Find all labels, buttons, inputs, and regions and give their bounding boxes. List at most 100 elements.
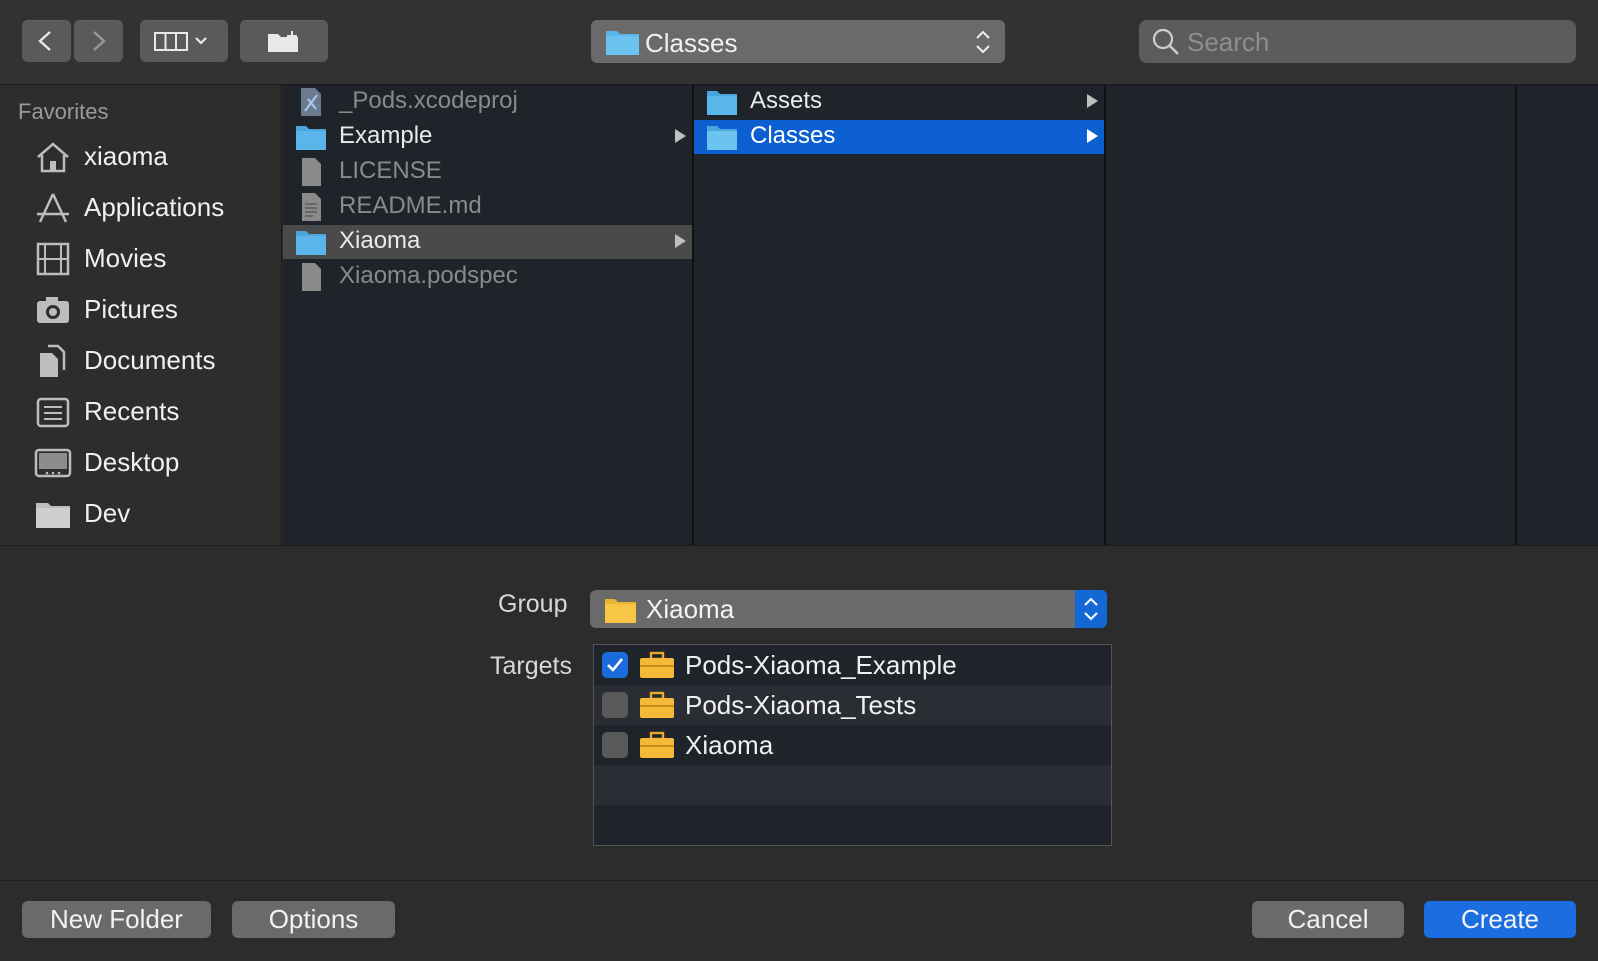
location-popup[interactable]: Classes [591, 20, 1005, 63]
sidebar-item-label: Desktop [84, 447, 180, 477]
sidebar-item-label: Pictures [84, 294, 178, 324]
file-name: README.md [339, 192, 482, 219]
file-name: LICENSE [339, 157, 442, 184]
sidebar-item-label: Documents [84, 345, 216, 375]
sidebar-item-dev[interactable]: Dev [0, 492, 281, 536]
chevron-right-icon [93, 31, 106, 51]
new-folder-icon [268, 31, 298, 52]
view-mode-button[interactable] [140, 20, 228, 62]
cancel-button[interactable]: Cancel [1252, 901, 1404, 938]
toolbox-icon [640, 651, 674, 678]
documents-icon [40, 344, 66, 377]
search-input[interactable] [1185, 24, 1569, 60]
target-row[interactable]: Xiaoma [594, 725, 1111, 765]
folder-row[interactable]: Example [283, 120, 692, 154]
new-folder-button[interactable]: New Folder [22, 901, 211, 938]
xcodeproj-icon [301, 88, 321, 116]
search-icon [1152, 28, 1179, 55]
toolbox-icon [640, 691, 674, 718]
target-row[interactable]: Pods-Xiaoma_Tests [594, 685, 1111, 725]
sidebar-item-label: Dev [84, 498, 131, 528]
sidebar-item-label: Applications [84, 192, 225, 222]
updown-chevron-icon [976, 30, 990, 54]
location-label: Classes [645, 28, 738, 58]
file-name: Assets [750, 87, 823, 114]
chevron-left-icon [38, 31, 51, 51]
group-popup[interactable]: Xiaoma [590, 590, 1107, 628]
options-button[interactable]: Options [232, 901, 395, 938]
target-name: Pods-Xiaoma_Tests [685, 690, 917, 720]
file-name: Xiaoma [339, 227, 421, 254]
disclosure-arrow-icon [675, 129, 686, 143]
targets-list: Pods-Xiaoma_Example Pods-Xiaoma_Tests Xi… [593, 644, 1112, 846]
file-name: Xiaoma.podspec [339, 262, 518, 289]
document-icon [302, 263, 321, 291]
forward-button[interactable] [74, 20, 123, 62]
folder-icon [605, 599, 636, 623]
sidebar-item-applications[interactable]: Applications [0, 186, 281, 230]
updown-chevron-icon [1084, 597, 1098, 621]
folder-icon [707, 91, 737, 115]
folder-icon [606, 31, 639, 55]
sidebar-item-xiaoma[interactable]: xiaoma [0, 135, 281, 179]
empty-row [594, 765, 1111, 805]
group-label: Group [498, 590, 568, 618]
folder-row[interactable]: Assets [694, 85, 1104, 119]
desktop-icon [34, 448, 72, 478]
create-button[interactable]: Create [1424, 901, 1576, 938]
folder-icon [296, 126, 326, 150]
columns-view-icon [154, 32, 207, 51]
target-checkbox[interactable] [602, 732, 628, 758]
footer: New Folder Options Cancel Create [0, 880, 1598, 961]
folder-icon [36, 503, 70, 528]
toolbox-icon [640, 731, 674, 758]
text-document-icon [302, 193, 321, 221]
file-row[interactable]: Xiaoma.podspec [283, 260, 692, 294]
camera-icon [37, 297, 69, 323]
sidebar-item-pictures[interactable]: Pictures [0, 288, 281, 332]
toolbar: Classes [0, 0, 1598, 85]
search-field[interactable] [1139, 20, 1576, 63]
folder-icon [296, 231, 326, 255]
browser-column-2: Assets Classes [694, 85, 1104, 545]
file-row[interactable]: _Pods.xcodeproj [283, 85, 692, 119]
target-row[interactable]: Pods-Xiaoma_Example [594, 645, 1111, 685]
target-checkbox[interactable] [602, 692, 628, 718]
new-folder-toolbar-button[interactable] [240, 20, 328, 62]
sidebar-item-label: Movies [84, 243, 167, 273]
save-dialog: Classes Favorites xiaoma [0, 0, 1598, 961]
sidebar-item-recents[interactable]: Recents [0, 390, 281, 434]
checkmark-icon [607, 658, 624, 672]
options-panel: Group Xiaoma Targets Pods-Xiaoma_Example… [0, 545, 1598, 881]
folder-row-selected[interactable]: Classes [694, 120, 1104, 154]
film-icon [36, 242, 70, 276]
group-stepper[interactable] [1075, 590, 1107, 628]
empty-row [594, 805, 1111, 845]
home-icon [37, 142, 69, 173]
sidebar-item-label: xiaoma [84, 141, 168, 171]
disclosure-arrow-icon [1087, 129, 1098, 143]
applications-icon [37, 193, 69, 223]
file-row[interactable]: README.md [283, 190, 692, 224]
file-name: Example [339, 122, 433, 149]
group-value: Xiaoma [646, 594, 735, 624]
targets-label: Targets [490, 652, 572, 680]
recents-icon [36, 397, 70, 428]
sidebar-item-movies[interactable]: Movies [0, 237, 281, 281]
back-button[interactable] [22, 20, 71, 62]
browser-column-4 [1517, 85, 1598, 545]
sidebar: Favorites xiaoma Applications Movies Pic… [0, 85, 282, 545]
file-row[interactable]: LICENSE [283, 155, 692, 189]
disclosure-arrow-icon [1087, 94, 1098, 108]
target-name: Xiaoma [685, 730, 774, 760]
sidebar-heading: Favorites [18, 99, 109, 124]
file-name: _Pods.xcodeproj [339, 87, 518, 114]
browser-column-1: _Pods.xcodeproj Example LICENSE README.m… [283, 85, 692, 545]
disclosure-arrow-icon [675, 234, 686, 248]
folder-row-selected[interactable]: Xiaoma [283, 225, 692, 259]
file-name: Classes [750, 122, 836, 149]
target-name: Pods-Xiaoma_Example [685, 650, 957, 680]
sidebar-item-documents[interactable]: Documents [0, 339, 281, 383]
sidebar-item-desktop[interactable]: Desktop [0, 441, 281, 485]
target-checkbox[interactable] [602, 652, 628, 678]
